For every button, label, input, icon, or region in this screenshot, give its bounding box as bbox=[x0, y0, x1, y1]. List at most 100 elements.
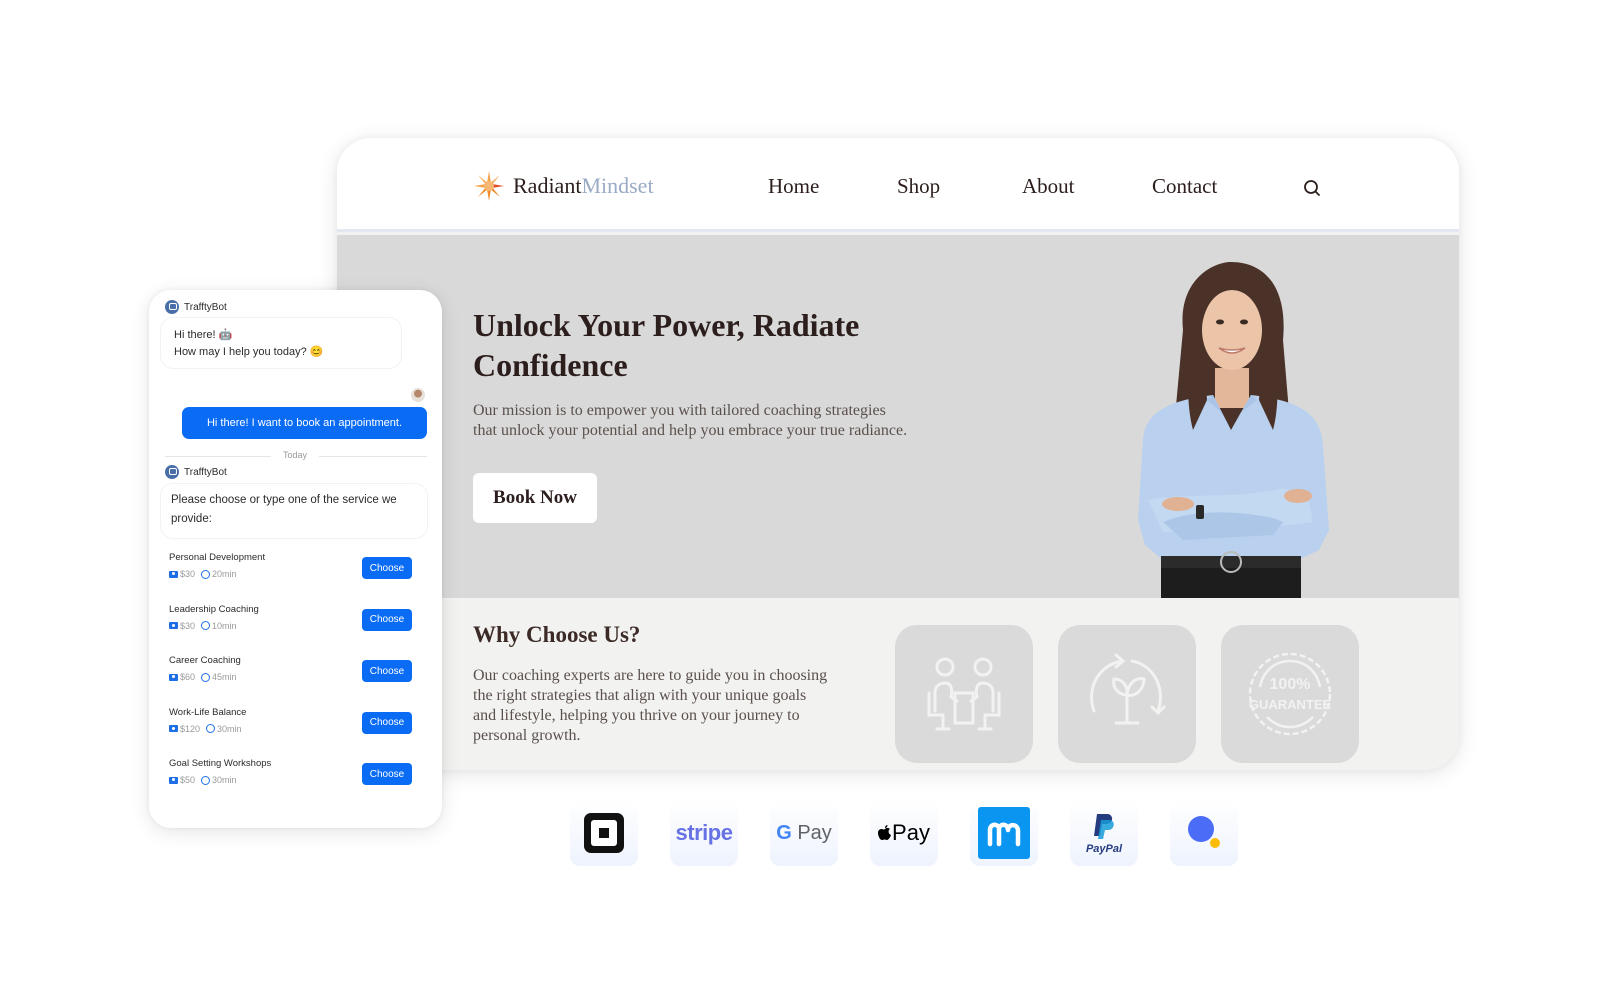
book-now-button[interactable]: Book Now bbox=[473, 473, 597, 523]
service-row: Personal Development $30 20min Choose bbox=[161, 548, 427, 594]
chatbot-widget: TrafftyBot Hi there! 🤖 How may I help yo… bbox=[149, 290, 442, 828]
nav-contact[interactable]: Contact bbox=[1152, 174, 1217, 199]
logo-primary-text: Radiant bbox=[513, 173, 582, 198]
money-icon bbox=[169, 673, 178, 681]
service-price: $50 bbox=[180, 775, 196, 785]
service-duration: 10min bbox=[212, 620, 237, 631]
service-meta: $30 20min bbox=[169, 569, 237, 579]
bot-greeting-bubble: Hi there! 🤖 How may I help you today? 😊 bbox=[161, 318, 401, 368]
service-name: Leadership Coaching bbox=[169, 603, 259, 615]
service-meta: $50 30min bbox=[169, 775, 237, 785]
money-icon bbox=[169, 570, 178, 578]
service-price: $30 bbox=[180, 569, 196, 579]
sunburst-icon bbox=[474, 171, 504, 201]
service-price: $120 bbox=[180, 723, 201, 734]
payment-paypal[interactable]: PayPal bbox=[1070, 800, 1138, 866]
choose-button[interactable]: Choose bbox=[362, 557, 412, 579]
money-icon bbox=[169, 725, 178, 732]
payment-apple-pay[interactable]: Pay bbox=[870, 800, 938, 866]
why-description: Our coaching experts are here to guide y… bbox=[473, 667, 828, 744]
guarantee-badge-icon: 100% GUARANTEE bbox=[1248, 652, 1332, 736]
paypal-text: PayPal bbox=[1085, 842, 1123, 855]
bot-name: TrafftyBot bbox=[184, 466, 227, 478]
choose-button[interactable]: Choose bbox=[362, 711, 412, 734]
apple-pay-logo-icon: Pay bbox=[878, 820, 930, 846]
clock-icon bbox=[201, 569, 211, 579]
date-divider-label: Today bbox=[271, 450, 319, 460]
mollie-logo-icon bbox=[978, 807, 1030, 859]
apple-icon bbox=[878, 825, 892, 840]
paypal-logo-icon: PayPal bbox=[1086, 812, 1122, 855]
service-meta: $120 30min bbox=[169, 724, 242, 734]
money-icon bbox=[169, 622, 178, 629]
hero-title: Unlock Your Power, Radiate Confidence bbox=[473, 307, 860, 383]
service-row: Goal Setting Workshops $50 30min Choose bbox=[161, 754, 427, 800]
bot-prompt-bubble: Please choose or type one of the service… bbox=[161, 484, 427, 538]
site-logo[interactable]: RadiantMindset bbox=[473, 170, 654, 202]
bot-avatar-icon bbox=[165, 300, 179, 314]
paypal-p-icon bbox=[1094, 813, 1114, 839]
blue-dot-logo-icon bbox=[1188, 816, 1220, 848]
service-meta: $60 45min bbox=[169, 672, 237, 682]
service-row: Work-Life Balance $120 30min Choose bbox=[161, 703, 427, 749]
service-row: Leadership Coaching $30 10min Choose bbox=[161, 600, 427, 646]
search-icon[interactable] bbox=[1302, 178, 1322, 198]
payment-square[interactable] bbox=[570, 800, 638, 866]
nav-about[interactable]: About bbox=[1022, 174, 1075, 199]
bot-sender: TrafftyBot bbox=[165, 465, 227, 479]
service-duration: 30min bbox=[217, 723, 242, 734]
payment-stripe[interactable]: stripe bbox=[670, 800, 738, 866]
stripe-logo-icon: stripe bbox=[675, 820, 733, 845]
service-name: Career Coaching bbox=[169, 655, 241, 666]
nav-shop[interactable]: Shop bbox=[897, 174, 940, 199]
service-duration: 45min bbox=[212, 672, 237, 682]
clock-icon bbox=[201, 621, 211, 630]
user-avatar bbox=[411, 388, 425, 402]
logo-text: RadiantMindset bbox=[513, 173, 654, 199]
payment-blue-dot[interactable] bbox=[1170, 800, 1238, 866]
feature-tile-growth bbox=[1058, 625, 1196, 763]
nav-home[interactable]: Home bbox=[768, 174, 819, 199]
google-pay-logo-icon: G Pay bbox=[776, 821, 832, 844]
money-icon bbox=[169, 776, 178, 784]
clock-icon bbox=[201, 672, 211, 682]
site-header: RadiantMindset Home Shop About Contact bbox=[337, 138, 1459, 232]
feature-tile-meeting bbox=[895, 625, 1033, 763]
payment-mollie[interactable] bbox=[970, 800, 1038, 866]
payment-google-pay[interactable]: G Pay bbox=[770, 800, 838, 866]
bot-sender: TrafftyBot bbox=[165, 300, 227, 314]
hero-description: Our mission is to empower you with tailo… bbox=[473, 402, 908, 439]
hero-section: Unlock Your Power, Radiate Confidence Ou… bbox=[337, 235, 1459, 598]
service-name: Work-Life Balance bbox=[169, 706, 247, 718]
service-duration: 20min bbox=[212, 569, 237, 579]
user-message-bubble: Hi there! I want to book an appointment. bbox=[182, 407, 427, 439]
greeting-line-2: How may I help you today? 😊 bbox=[174, 346, 324, 358]
greeting-line-1: Hi there! 🤖 bbox=[174, 329, 233, 341]
apple-pay-text: Pay bbox=[892, 820, 930, 845]
choose-button[interactable]: Choose bbox=[362, 660, 412, 682]
website-mockup: RadiantMindset Home Shop About Contact U… bbox=[337, 138, 1459, 770]
service-name: Goal Setting Workshops bbox=[169, 758, 272, 769]
why-title: Why Choose Us? bbox=[473, 622, 641, 647]
choose-button[interactable]: Choose bbox=[362, 608, 412, 631]
clock-icon bbox=[206, 724, 216, 733]
woman-portrait-image bbox=[1138, 262, 1329, 598]
clock-icon bbox=[201, 775, 211, 785]
guarantee-badge-percent: 100% bbox=[1270, 676, 1311, 693]
bot-name: TrafftyBot bbox=[184, 301, 227, 313]
service-name: Personal Development bbox=[169, 552, 266, 563]
choose-button[interactable]: Choose bbox=[362, 763, 412, 785]
logo-accent-text: Mindset bbox=[581, 173, 654, 198]
why-choose-us-section: Why Choose Us? Our coaching experts are … bbox=[337, 598, 1459, 770]
service-price: $30 bbox=[180, 620, 196, 631]
service-price: $60 bbox=[180, 672, 196, 682]
service-meta: $30 10min bbox=[169, 621, 237, 631]
service-row: Career Coaching $60 45min Choose bbox=[161, 651, 427, 697]
growth-cycle-plant-icon bbox=[1090, 653, 1166, 725]
meeting-people-icon bbox=[927, 657, 1001, 731]
service-duration: 30min bbox=[212, 775, 237, 785]
guarantee-badge-text: GUARANTEE bbox=[1249, 697, 1332, 712]
bot-avatar-icon bbox=[165, 465, 179, 479]
square-logo-icon bbox=[584, 813, 624, 853]
feature-tile-guarantee: 100% GUARANTEE bbox=[1221, 625, 1359, 763]
